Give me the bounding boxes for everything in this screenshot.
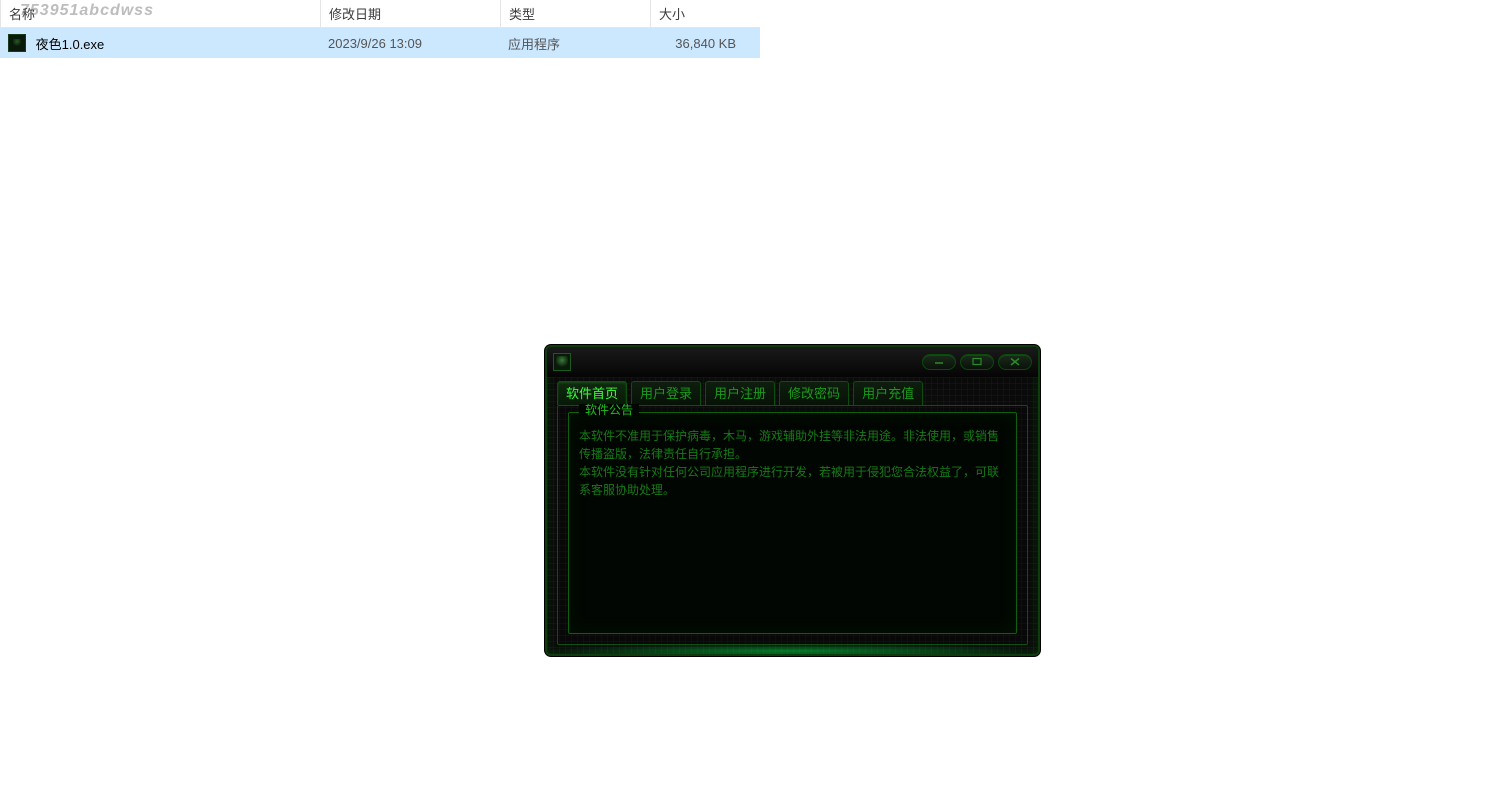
column-header-name[interactable]: 名称 (0, 0, 320, 27)
notice-fieldset: 软件公告 本软件不准用于保护病毒，木马，游戏辅助外挂等非法用途。非法使用，或销售… (568, 412, 1017, 634)
column-header-date[interactable]: 修改日期 (320, 0, 500, 27)
explorer-header: 753951abcdwss 名称 修改日期 类型 大小 (0, 0, 760, 28)
content-panel: 软件公告 本软件不准用于保护病毒，木马，游戏辅助外挂等非法用途。非法使用，或销售… (557, 405, 1028, 645)
close-button[interactable] (998, 354, 1032, 370)
app-icon (553, 353, 571, 371)
minimize-icon (933, 358, 945, 366)
file-explorer: 753951abcdwss 名称 修改日期 类型 大小 夜色1.0.exe 20… (0, 0, 760, 58)
file-size-cell: 36,840 KB (650, 32, 750, 55)
file-name-cell: 夜色1.0.exe (0, 30, 320, 57)
tab-register[interactable]: 用户注册 (705, 381, 775, 405)
tab-home[interactable]: 软件首页 (557, 381, 627, 405)
app-window: 软件首页 用户登录 用户注册 修改密码 用户充值 软件公告 本软件不准用于保护病… (545, 345, 1040, 656)
file-name-text: 夜色1.0.exe (36, 37, 105, 52)
tab-login[interactable]: 用户登录 (631, 381, 701, 405)
tab-recharge[interactable]: 用户充值 (853, 381, 923, 405)
exe-file-icon (8, 34, 26, 52)
file-row[interactable]: 夜色1.0.exe 2023/9/26 13:09 应用程序 36,840 KB (0, 28, 760, 58)
tab-bar: 软件首页 用户登录 用户注册 修改密码 用户充值 (547, 377, 1038, 405)
window-controls (922, 354, 1032, 370)
tab-change-password[interactable]: 修改密码 (779, 381, 849, 405)
notice-text: 本软件不准用于保护病毒，木马，游戏辅助外挂等非法用途。非法使用，或销售传播盗版，… (579, 427, 1006, 499)
maximize-button[interactable] (960, 354, 994, 370)
close-icon (1009, 357, 1021, 367)
column-header-type[interactable]: 类型 (500, 0, 650, 27)
column-header-size[interactable]: 大小 (650, 0, 750, 27)
titlebar[interactable] (547, 347, 1038, 377)
notice-legend: 软件公告 (579, 404, 639, 416)
column-header-name-label: 名称 (9, 7, 35, 22)
file-type-cell: 应用程序 (500, 30, 650, 57)
maximize-icon (971, 357, 983, 367)
minimize-button[interactable] (922, 354, 956, 370)
file-date-cell: 2023/9/26 13:09 (320, 32, 500, 55)
